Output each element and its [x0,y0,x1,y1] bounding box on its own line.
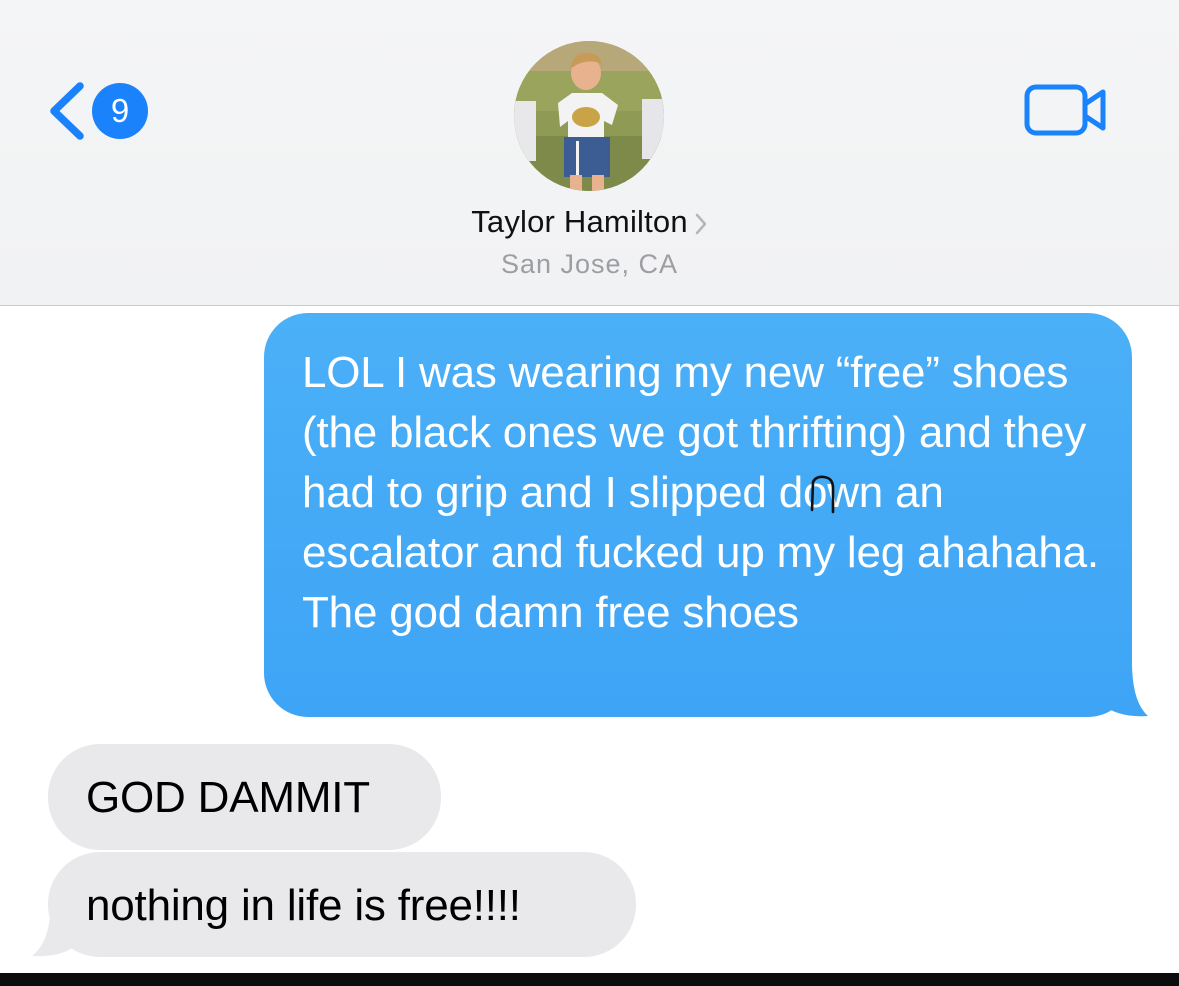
received-message-bubble[interactable]: GOD DAMMIT [48,744,441,850]
message-text: nothing in life is free!!!! [86,881,521,930]
message-text: GOD DAMMIT [86,773,370,822]
message-text: LOL I was wearing my new “free” shoes (t… [302,348,1099,637]
avatar[interactable] [514,41,664,191]
imessage-conversation: 9 Taylor Hamilton San Jose, CA LOL I was… [0,0,1179,986]
bottom-edge [0,973,1179,986]
back-button[interactable]: 9 [44,78,148,144]
contact-name: Taylor Hamilton [471,204,688,239]
conversation-header: 9 Taylor Hamilton San Jose, CA [0,0,1179,306]
video-camera-icon [1024,84,1106,136]
unread-count-badge: 9 [92,83,148,139]
contact-location: San Jose, CA [500,249,679,279]
sent-message-bubble[interactable]: LOL I was wearing my new “free” shoes (t… [264,313,1132,717]
contact-details-button[interactable]: Taylor Hamilton [0,204,1179,240]
handwritten-n-annotation [810,475,835,514]
chevron-right-icon [695,213,707,235]
chevron-left-icon [50,82,84,140]
received-message-bubble[interactable]: nothing in life is free!!!! [48,852,636,957]
video-call-button[interactable] [1024,84,1108,136]
